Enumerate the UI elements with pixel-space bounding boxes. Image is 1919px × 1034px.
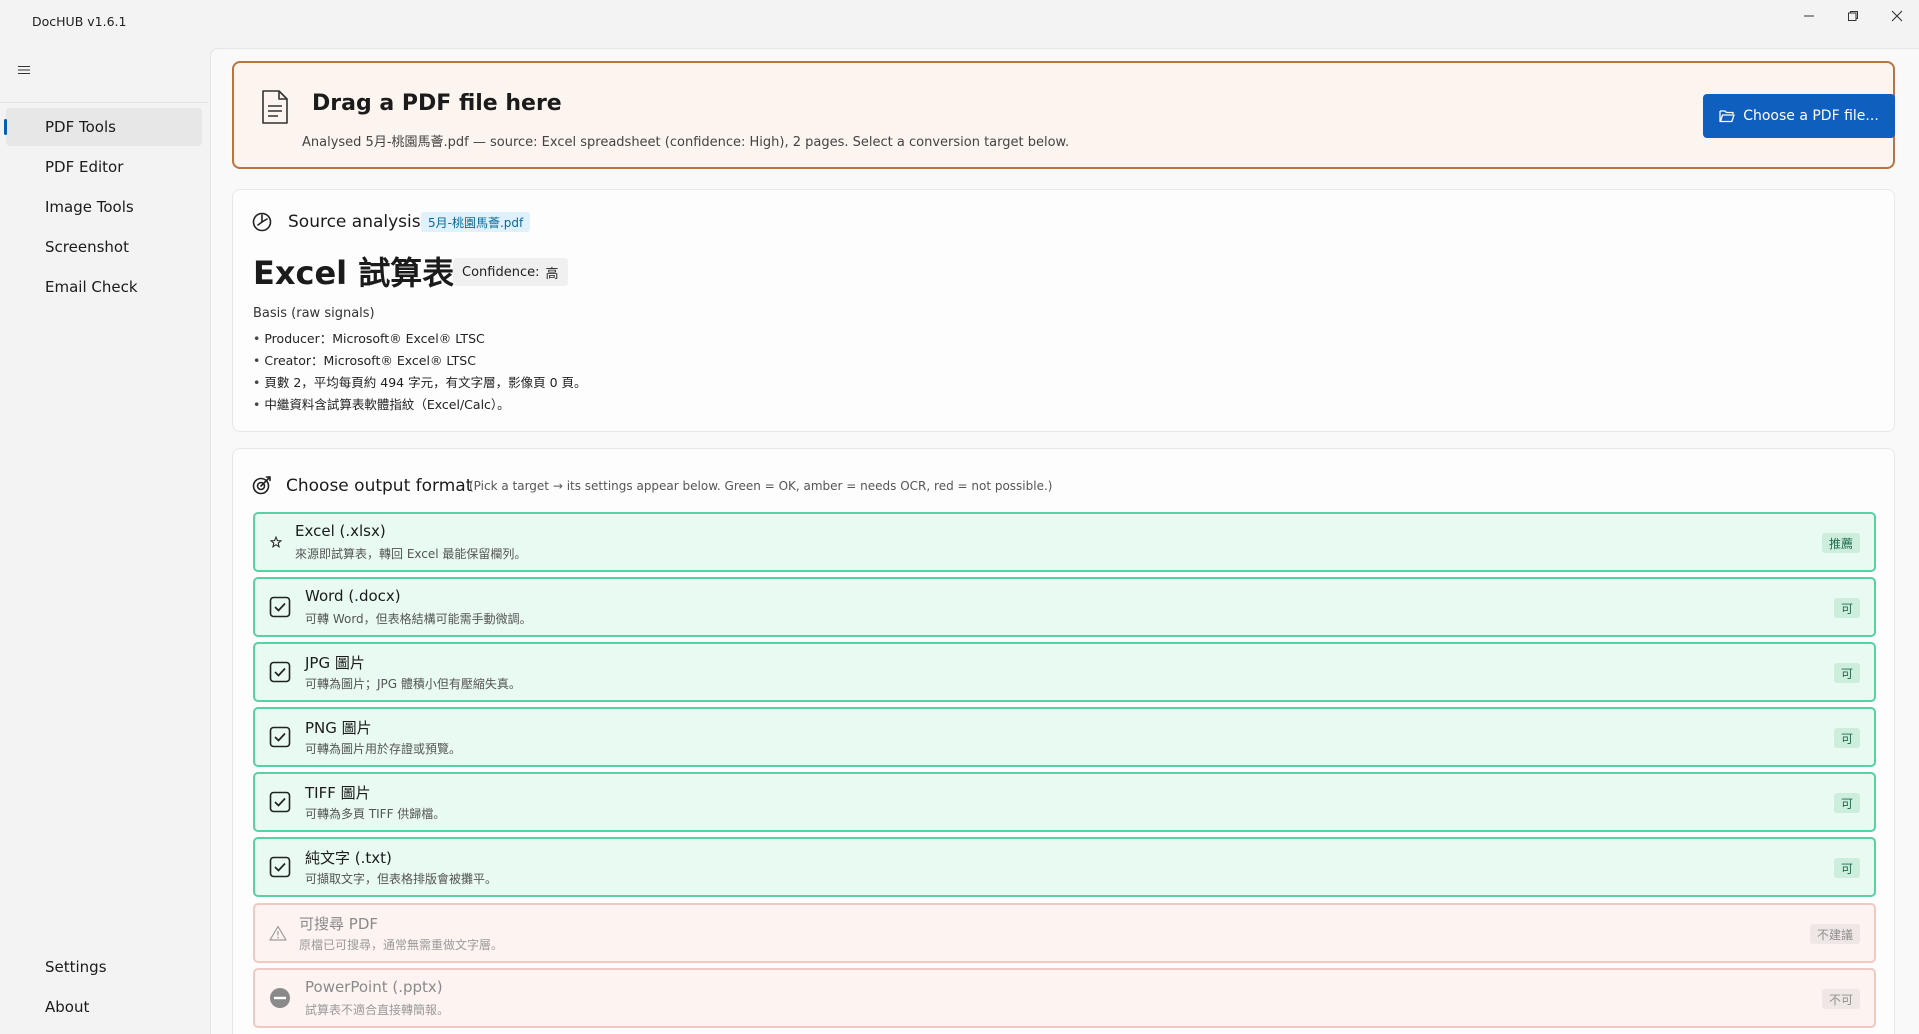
checkbox-icon[interactable] <box>269 596 291 618</box>
format-option-searchable-pdf[interactable]: 可搜尋 PDF 原檔已可搜尋，通常無需重做文字層。 不建議 <box>253 903 1876 963</box>
format-name: PowerPoint (.pptx) <box>305 978 443 996</box>
sidebar-item-about[interactable]: About <box>6 988 202 1026</box>
basis-item: 頁數 2，平均每頁約 494 字元，有文字層，影像頁 0 頁。 <box>253 372 586 394</box>
output-format-hint: (Pick a target → its settings appear bel… <box>469 479 1053 493</box>
format-description: 可擷取文字，但表格排版會被攤平。 <box>305 872 498 886</box>
format-name: TIFF 圖片 <box>305 784 371 802</box>
sidebar-item-label: Email Check <box>45 278 138 296</box>
minimize-icon <box>1804 15 1814 17</box>
format-description: 可轉為圖片用於存證或預覽。 <box>305 742 462 756</box>
status-badge: 可 <box>1833 598 1860 618</box>
star-icon <box>265 531 287 553</box>
format-name: PNG 圖片 <box>305 719 372 737</box>
checkbox-icon[interactable] <box>269 856 291 878</box>
sidebar-item-pdf-editor[interactable]: PDF Editor <box>6 148 202 186</box>
sidebar-item-email-check[interactable]: Email Check <box>6 268 202 306</box>
format-option-jpg[interactable]: JPG 圖片 可轉為圖片；JPG 體積小但有壓縮失真。 可 <box>253 642 1876 702</box>
format-option-xlsx[interactable]: Excel (.xlsx) 來源即試算表，轉回 Excel 最能保留欄列。 推薦 <box>253 512 1876 572</box>
confidence-value: 高 <box>545 266 559 282</box>
status-badge: 推薦 <box>1821 533 1860 553</box>
format-name: Excel (.xlsx) <box>295 522 386 540</box>
blocked-icon <box>269 987 291 1009</box>
document-icon <box>262 90 288 124</box>
target-icon <box>252 476 271 495</box>
detected-source-type: Excel 試算表 <box>253 254 455 292</box>
sidebar-item-label: Screenshot <box>45 238 129 256</box>
main-content: Drag a PDF file here Analysed 5月-桃園馬薈.pd… <box>210 48 1919 1034</box>
format-option-docx[interactable]: Word (.docx) 可轉 Word，但表格結構可能需手動微調。 可 <box>253 577 1876 637</box>
basis-item: 中繼資料含試算表軟體指紋（Excel/Calc）。 <box>253 394 587 416</box>
menu-toggle-button[interactable] <box>10 56 38 84</box>
sidebar-item-label: PDF Tools <box>45 118 116 136</box>
basis-heading: Basis (raw signals) <box>253 306 375 321</box>
basis-item: Producer：Microsoft® Excel® LTSC <box>253 328 587 350</box>
pdf-drop-zone[interactable]: Drag a PDF file here Analysed 5月-桃園馬薈.pd… <box>232 61 1895 169</box>
format-description: 可轉 Word，但表格結構可能需手動微調。 <box>305 612 532 626</box>
app-title: DocHUB v1.6.1 <box>32 14 127 29</box>
source-analysis-card: Source analysis 5月-桃園馬薈.pdf Excel 試算表 Co… <box>232 189 1895 432</box>
restore-icon <box>1848 11 1858 21</box>
source-analysis-title: Source analysis <box>288 212 421 232</box>
status-badge: 可 <box>1833 728 1860 748</box>
format-description: 可轉為多頁 TIFF 供歸檔。 <box>305 807 446 821</box>
status-badge: 不建議 <box>1809 924 1860 944</box>
folder-open-icon <box>1719 110 1735 123</box>
format-option-txt[interactable]: 純文字 (.txt) 可擷取文字，但表格排版會被攤平。 可 <box>253 837 1876 897</box>
checkbox-icon[interactable] <box>269 791 291 813</box>
format-name: Word (.docx) <box>305 587 401 605</box>
checkbox-icon[interactable] <box>269 726 291 748</box>
format-description: 可轉為圖片；JPG 體積小但有壓縮失真。 <box>305 677 521 691</box>
sidebar-item-pdf-tools[interactable]: PDF Tools <box>4 108 202 146</box>
restore-button[interactable] <box>1831 0 1875 32</box>
basis-item: Creator：Microsoft® Excel® LTSC <box>253 350 587 372</box>
status-badge: 可 <box>1833 858 1860 878</box>
format-option-pptx[interactable]: PowerPoint (.pptx) 試算表不適合直接轉簡報。 不可 <box>253 968 1876 1028</box>
format-name: 可搜尋 PDF <box>299 915 378 933</box>
format-description: 試算表不適合直接轉簡報。 <box>305 1003 450 1017</box>
sidebar-item-label: About <box>45 998 90 1016</box>
title-bar: DocHUB v1.6.1 <box>0 0 1919 46</box>
output-format-card: Choose output format (Pick a target → it… <box>232 448 1895 1034</box>
sidebar-item-screenshot[interactable]: Screenshot <box>6 228 202 266</box>
close-button[interactable] <box>1875 0 1919 32</box>
hamburger-icon <box>18 66 30 74</box>
sidebar: PDF Tools PDF Editor Image Tools Screens… <box>0 46 208 1034</box>
format-name: JPG 圖片 <box>305 654 365 672</box>
sidebar-item-settings[interactable]: Settings <box>6 948 202 986</box>
choose-pdf-label: Choose a PDF file... <box>1743 108 1879 124</box>
sidebar-item-label: Image Tools <box>45 198 134 216</box>
format-description: 來源即試算表，轉回 Excel 最能保留欄列。 <box>295 547 527 561</box>
sidebar-item-label: PDF Editor <box>45 158 124 176</box>
format-option-tiff[interactable]: TIFF 圖片 可轉為多頁 TIFF 供歸檔。 可 <box>253 772 1876 832</box>
choose-pdf-button[interactable]: Choose a PDF file... <box>1703 94 1895 138</box>
format-option-png[interactable]: PNG 圖片 可轉為圖片用於存證或預覽。 可 <box>253 707 1876 767</box>
status-badge: 可 <box>1833 793 1860 813</box>
format-name: 純文字 (.txt) <box>305 849 392 867</box>
checkbox-icon[interactable] <box>269 661 291 683</box>
analysis-icon <box>252 212 272 232</box>
file-name-tag: 5月-桃園馬薈.pdf <box>421 212 531 232</box>
confidence-label: Confidence: <box>462 264 540 280</box>
status-badge: 不可 <box>1821 989 1860 1009</box>
output-format-title: Choose output format <box>286 476 473 496</box>
drop-zone-status: Analysed 5月-桃園馬薈.pdf — source: Excel spr… <box>302 135 1070 150</box>
close-icon <box>1891 10 1903 22</box>
sidebar-item-image-tools[interactable]: Image Tools <box>6 188 202 226</box>
confidence-badge: Confidence: 高 <box>453 258 568 286</box>
minimize-button[interactable] <box>1787 0 1831 32</box>
nav-divider <box>0 102 208 103</box>
format-description: 原檔已可搜尋，通常無需重做文字層。 <box>299 938 504 952</box>
drop-zone-title: Drag a PDF file here <box>312 91 562 116</box>
sidebar-item-label: Settings <box>45 958 107 976</box>
status-badge: 可 <box>1833 663 1860 683</box>
warning-icon <box>267 922 289 944</box>
basis-list: Producer：Microsoft® Excel® LTSC Creator：… <box>253 328 587 416</box>
